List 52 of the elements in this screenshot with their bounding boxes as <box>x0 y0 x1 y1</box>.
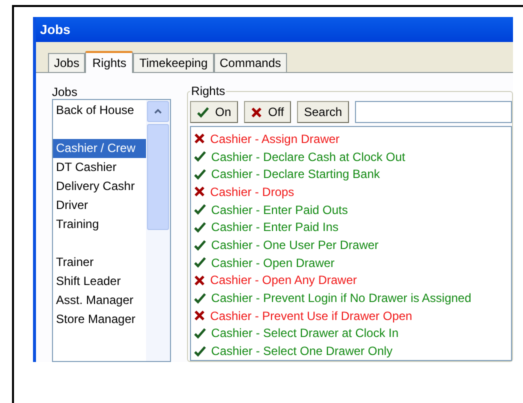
on-button[interactable]: On <box>190 101 238 124</box>
right-item[interactable]: Cashier - Prevent Use if Drawer Open <box>210 306 412 325</box>
check-icon <box>194 168 206 180</box>
right-item[interactable]: Cashier - Open Any Drawer <box>210 271 357 290</box>
search-button[interactable]: Search <box>296 101 349 124</box>
check-icon <box>194 292 206 304</box>
job-item[interactable]: Cashier / Crew <box>53 139 146 158</box>
check-icon <box>194 240 206 251</box>
check-icon <box>194 257 206 268</box>
job-item[interactable]: Asst. Manager <box>53 291 146 310</box>
right-item[interactable]: Cashier - Declare Cash at Clock Out <box>211 148 406 166</box>
job-item[interactable]: DT Cashier <box>53 158 146 178</box>
cross-icon <box>251 106 262 118</box>
job-item[interactable]: Trainer <box>53 253 146 272</box>
right-item[interactable]: Cashier - Drops <box>210 182 294 201</box>
check-icon <box>194 151 206 162</box>
job-item[interactable]: Driver <box>53 196 146 216</box>
check-icon <box>197 106 210 118</box>
cross-icon <box>194 310 206 322</box>
right-item[interactable]: Cashier - Enter Paid Outs <box>211 200 348 219</box>
scroll-up-button[interactable] <box>147 101 170 122</box>
jobs-label: Jobs <box>52 84 78 100</box>
right-item[interactable]: Cashier - Enter Paid Ins <box>211 218 339 236</box>
job-item[interactable]: Delivery Cashr <box>53 177 146 196</box>
check-icon <box>194 222 206 233</box>
search-field[interactable] <box>355 101 512 124</box>
check-icon <box>194 346 206 357</box>
right-item[interactable]: Cashier - Assign Drawer <box>210 130 340 148</box>
check-icon <box>194 328 206 339</box>
right-item[interactable]: Cashier - Prevent Login if No Drawer is Assigned <box>211 289 472 308</box>
right-item[interactable]: Cashier - Declare Starting Bank <box>211 165 380 184</box>
right-item[interactable]: Cashier - Open Drawer <box>211 254 335 272</box>
right-item[interactable]: Cashier - Select One Drawer Only <box>211 342 393 360</box>
check-icon <box>194 204 206 216</box>
tab[interactable]: Jobs <box>48 53 86 72</box>
cross-icon <box>194 133 206 144</box>
window-title: Jobs <box>40 20 70 39</box>
job-item[interactable]: Training <box>53 215 146 234</box>
tab[interactable]: Timekeeping <box>133 53 214 72</box>
cross-icon <box>194 186 206 198</box>
right-item[interactable]: Cashier - Select Drawer at Clock In <box>211 324 399 342</box>
cross-icon <box>194 274 206 286</box>
job-item[interactable]: Store Manager <box>53 310 146 330</box>
rights-label: Rights <box>190 84 226 98</box>
tab[interactable]: Rights <box>85 51 134 74</box>
chevron-up-icon <box>154 109 162 114</box>
right-item[interactable]: Cashier - One User Per Drawer <box>211 236 379 254</box>
off-button[interactable]: Off <box>244 101 291 124</box>
job-item[interactable]: Back of House <box>53 101 146 120</box>
job-item[interactable]: Shift Leader <box>53 272 146 292</box>
tab[interactable]: Commands <box>214 53 287 72</box>
scroll-thumb[interactable] <box>147 124 170 230</box>
